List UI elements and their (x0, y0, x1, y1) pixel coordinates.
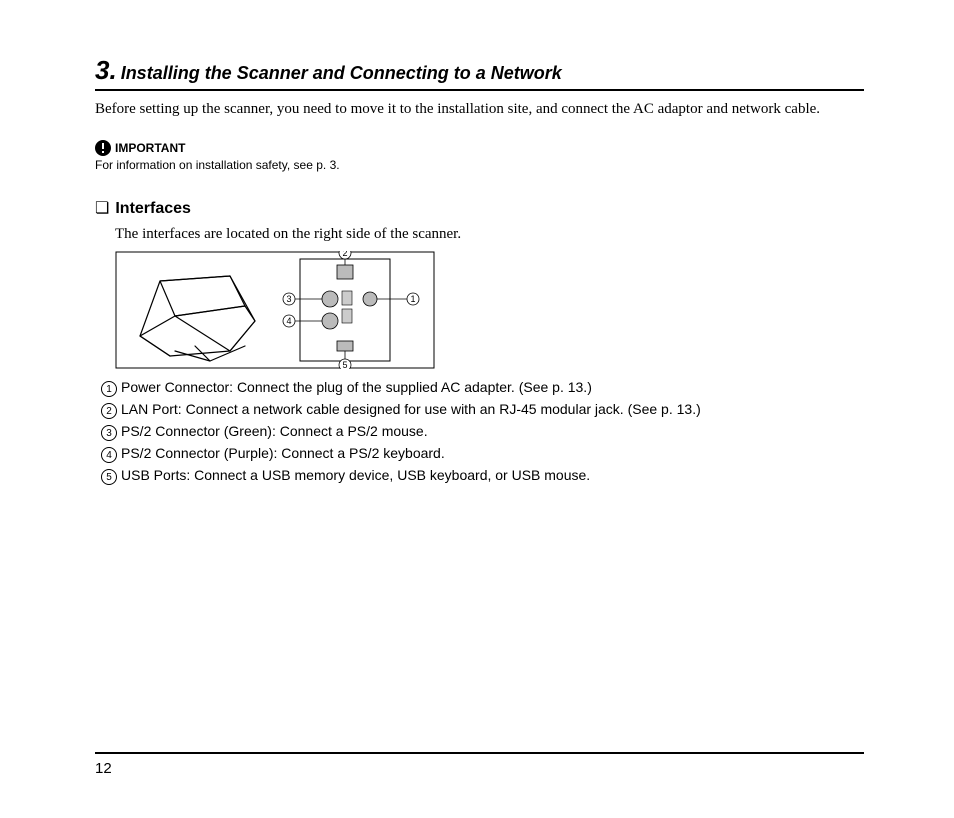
footer: 12 (95, 752, 864, 778)
circled-number-icon: 4 (101, 447, 117, 463)
important-block: IMPORTANT For information on installatio… (95, 140, 864, 172)
interfaces-intro: The interfaces are located on the right … (115, 226, 864, 243)
section-title: Installing the Scanner and Connecting to… (121, 63, 562, 83)
svg-text:1: 1 (410, 294, 415, 304)
callout-text: LAN Port: Connect a network cable design… (121, 401, 701, 417)
interfaces-diagram: 2 3 4 1 5 (115, 251, 435, 369)
page-number: 12 (95, 760, 112, 777)
circled-number-icon: 3 (101, 425, 117, 441)
important-label: IMPORTANT (115, 141, 185, 155)
section-intro: Before setting up the scanner, you need … (95, 101, 864, 118)
important-text: For information on installation safety, … (95, 158, 864, 172)
callout-text: Power Connector: Connect the plug of the… (121, 379, 592, 395)
section-number: 3. (95, 55, 117, 85)
section-heading: 3. Installing the Scanner and Connecting… (95, 55, 864, 91)
callout-list: 1 Power Connector: Connect the plug of t… (101, 379, 864, 485)
callout-item: 4 PS/2 Connector (Purple): Connect a PS/… (101, 445, 864, 463)
interfaces-heading: Interfaces (115, 200, 191, 218)
page: 3. Installing the Scanner and Connecting… (0, 0, 954, 818)
callout-item: 3 PS/2 Connector (Green): Connect a PS/2… (101, 423, 864, 441)
callout-item: 5 USB Ports: Connect a USB memory device… (101, 467, 864, 485)
circled-number-icon: 1 (101, 381, 117, 397)
important-header: IMPORTANT (95, 140, 864, 156)
svg-text:3: 3 (286, 294, 291, 304)
interfaces-heading-row: ❏ Interfaces (95, 200, 864, 218)
callout-text: USB Ports: Connect a USB memory device, … (121, 467, 590, 483)
svg-text:5: 5 (342, 360, 347, 369)
callout-item: 2 LAN Port: Connect a network cable desi… (101, 401, 864, 419)
important-icon (95, 140, 111, 156)
bullet-icon: ❏ (95, 201, 109, 217)
circled-number-icon: 2 (101, 403, 117, 419)
svg-text:4: 4 (286, 316, 291, 326)
callout-text: PS/2 Connector (Green): Connect a PS/2 m… (121, 423, 428, 439)
callout-text: PS/2 Connector (Purple): Connect a PS/2 … (121, 445, 445, 461)
callout-item: 1 Power Connector: Connect the plug of t… (101, 379, 864, 397)
circled-number-icon: 5 (101, 469, 117, 485)
svg-text:2: 2 (342, 251, 347, 258)
